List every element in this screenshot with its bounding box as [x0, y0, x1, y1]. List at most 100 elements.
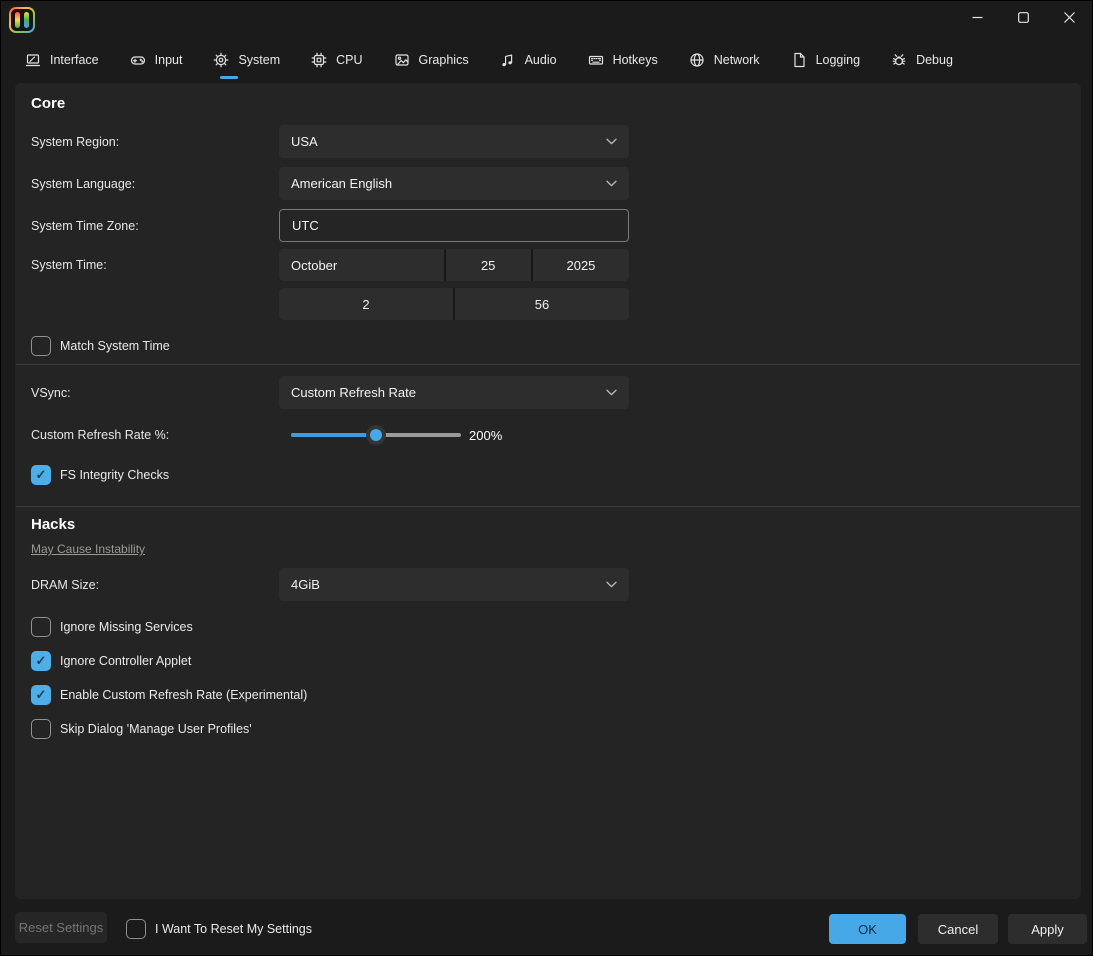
globe-icon — [689, 52, 705, 68]
system-time-picker: 2 56 — [279, 288, 629, 320]
refresh-rate-slider-handle[interactable] — [366, 425, 386, 445]
refresh-rate-slider-track[interactable] — [291, 433, 461, 437]
time-hour-cell[interactable]: 2 — [279, 288, 453, 320]
checkbox-label: I Want To Reset My Settings — [155, 922, 312, 936]
instability-warning: May Cause Instability — [31, 542, 145, 556]
reset-confirm-checkbox[interactable]: I Want To Reset My Settings — [126, 918, 312, 940]
tab-label: Graphics — [419, 53, 469, 67]
settings-tab-bar: Interface Input System CPU Graphics — [25, 44, 953, 76]
chevron-down-icon — [606, 180, 617, 187]
system-time-label: System Time: — [31, 249, 107, 281]
app-logo-bar-right — [24, 12, 29, 28]
system-language-label: System Language: — [31, 167, 135, 200]
app-logo-bar-left — [15, 12, 20, 28]
tab-label: CPU — [336, 53, 362, 67]
checkbox-box — [31, 336, 51, 356]
tab-hotkeys[interactable]: Hotkeys — [588, 44, 658, 76]
music-note-icon — [500, 52, 516, 68]
cancel-button[interactable]: Cancel — [918, 914, 998, 944]
system-language-dropdown[interactable]: American English — [279, 167, 629, 200]
refresh-rate-value: 200% — [469, 424, 502, 446]
checkbox-box — [31, 465, 51, 485]
document-icon — [791, 52, 807, 68]
system-region-label: System Region: — [31, 125, 119, 158]
checkbox-box — [31, 685, 51, 705]
vsync-label: VSync: — [31, 376, 71, 409]
checkbox-label: Match System Time — [60, 339, 170, 353]
settings-window: Interface Input System CPU Graphics — [0, 0, 1093, 956]
hacks-section-heading: Hacks — [31, 516, 75, 533]
slider-fill — [291, 433, 376, 437]
close-button[interactable] — [1046, 1, 1092, 33]
tab-network[interactable]: Network — [689, 44, 760, 76]
skip-manage-user-profiles-checkbox[interactable]: Skip Dialog 'Manage User Profiles' — [31, 718, 252, 740]
system-region-row: System Region: USA — [15, 125, 1081, 158]
title-bar — [1, 1, 1092, 39]
close-icon — [1064, 12, 1075, 23]
section-divider — [16, 506, 1080, 507]
fs-integrity-checkbox[interactable]: FS Integrity Checks — [31, 464, 169, 486]
dram-size-value: 4GiB — [291, 577, 320, 592]
system-time-row: System Time: October 25 2025 — [15, 249, 1081, 281]
tab-label: Interface — [50, 53, 99, 67]
system-region-value: USA — [291, 134, 318, 149]
checkbox-label: Ignore Missing Services — [60, 620, 193, 634]
core-section-heading: Core — [31, 95, 65, 112]
gamepad-icon — [130, 52, 146, 68]
date-day-cell[interactable]: 25 — [446, 249, 531, 281]
ignore-missing-services-checkbox[interactable]: Ignore Missing Services — [31, 616, 193, 638]
tab-system[interactable]: System — [213, 44, 280, 76]
maximize-button[interactable] — [1000, 1, 1046, 33]
vsync-value: Custom Refresh Rate — [291, 385, 416, 400]
system-time-zone-input[interactable] — [279, 209, 629, 242]
checkbox-label: FS Integrity Checks — [60, 468, 169, 482]
keyboard-icon — [588, 52, 604, 68]
date-month-cell[interactable]: October — [279, 249, 444, 281]
window-controls — [954, 1, 1092, 33]
checkbox-box — [31, 651, 51, 671]
tab-label: Input — [155, 53, 183, 67]
tab-logging[interactable]: Logging — [791, 44, 861, 76]
reset-settings-button[interactable]: Reset Settings — [15, 912, 107, 943]
tab-audio[interactable]: Audio — [500, 44, 557, 76]
dram-size-dropdown[interactable]: 4GiB — [279, 568, 629, 601]
ok-button[interactable]: OK — [829, 914, 906, 944]
system-language-row: System Language: American English — [15, 167, 1081, 200]
dram-size-label: DRAM Size: — [31, 568, 99, 601]
enable-custom-refresh-rate-checkbox[interactable]: Enable Custom Refresh Rate (Experimental… — [31, 684, 307, 706]
tab-input[interactable]: Input — [130, 44, 183, 76]
minimize-button[interactable] — [954, 1, 1000, 33]
gear-icon — [213, 52, 229, 68]
checkbox-label: Skip Dialog 'Manage User Profiles' — [60, 722, 252, 736]
ignore-controller-applet-checkbox[interactable]: Ignore Controller Applet — [31, 650, 191, 672]
checkbox-label: Enable Custom Refresh Rate (Experimental… — [60, 688, 307, 702]
interface-monitor-icon — [25, 52, 41, 68]
tab-cpu[interactable]: CPU — [311, 44, 362, 76]
custom-refresh-rate-label: Custom Refresh Rate %: — [31, 424, 169, 446]
system-settings-panel: Core System Region: USA System Language:… — [15, 83, 1081, 899]
app-logo-icon — [9, 7, 35, 33]
tab-debug[interactable]: Debug — [891, 44, 953, 76]
bug-icon — [891, 52, 907, 68]
chevron-down-icon — [606, 389, 617, 396]
custom-refresh-rate-row: Custom Refresh Rate %: 200% — [15, 424, 1081, 446]
system-region-dropdown[interactable]: USA — [279, 125, 629, 158]
tab-interface[interactable]: Interface — [25, 44, 99, 76]
checkbox-box — [31, 617, 51, 637]
checkbox-box — [31, 719, 51, 739]
tab-graphics[interactable]: Graphics — [394, 44, 469, 76]
system-date-picker: October 25 2025 — [279, 249, 629, 281]
match-system-time-checkbox[interactable]: Match System Time — [31, 335, 170, 357]
system-time-zone-label: System Time Zone: — [31, 209, 139, 242]
tab-label: Network — [714, 53, 760, 67]
dram-size-row: DRAM Size: 4GiB — [15, 568, 1081, 601]
chevron-down-icon — [606, 581, 617, 588]
image-icon — [394, 52, 410, 68]
checkbox-label: Ignore Controller Applet — [60, 654, 191, 668]
vsync-dropdown[interactable]: Custom Refresh Rate — [279, 376, 629, 409]
apply-button[interactable]: Apply — [1008, 914, 1087, 944]
cpu-chip-icon — [311, 52, 327, 68]
date-year-cell[interactable]: 2025 — [533, 249, 629, 281]
time-minute-cell[interactable]: 56 — [455, 288, 629, 320]
section-divider — [16, 364, 1080, 365]
